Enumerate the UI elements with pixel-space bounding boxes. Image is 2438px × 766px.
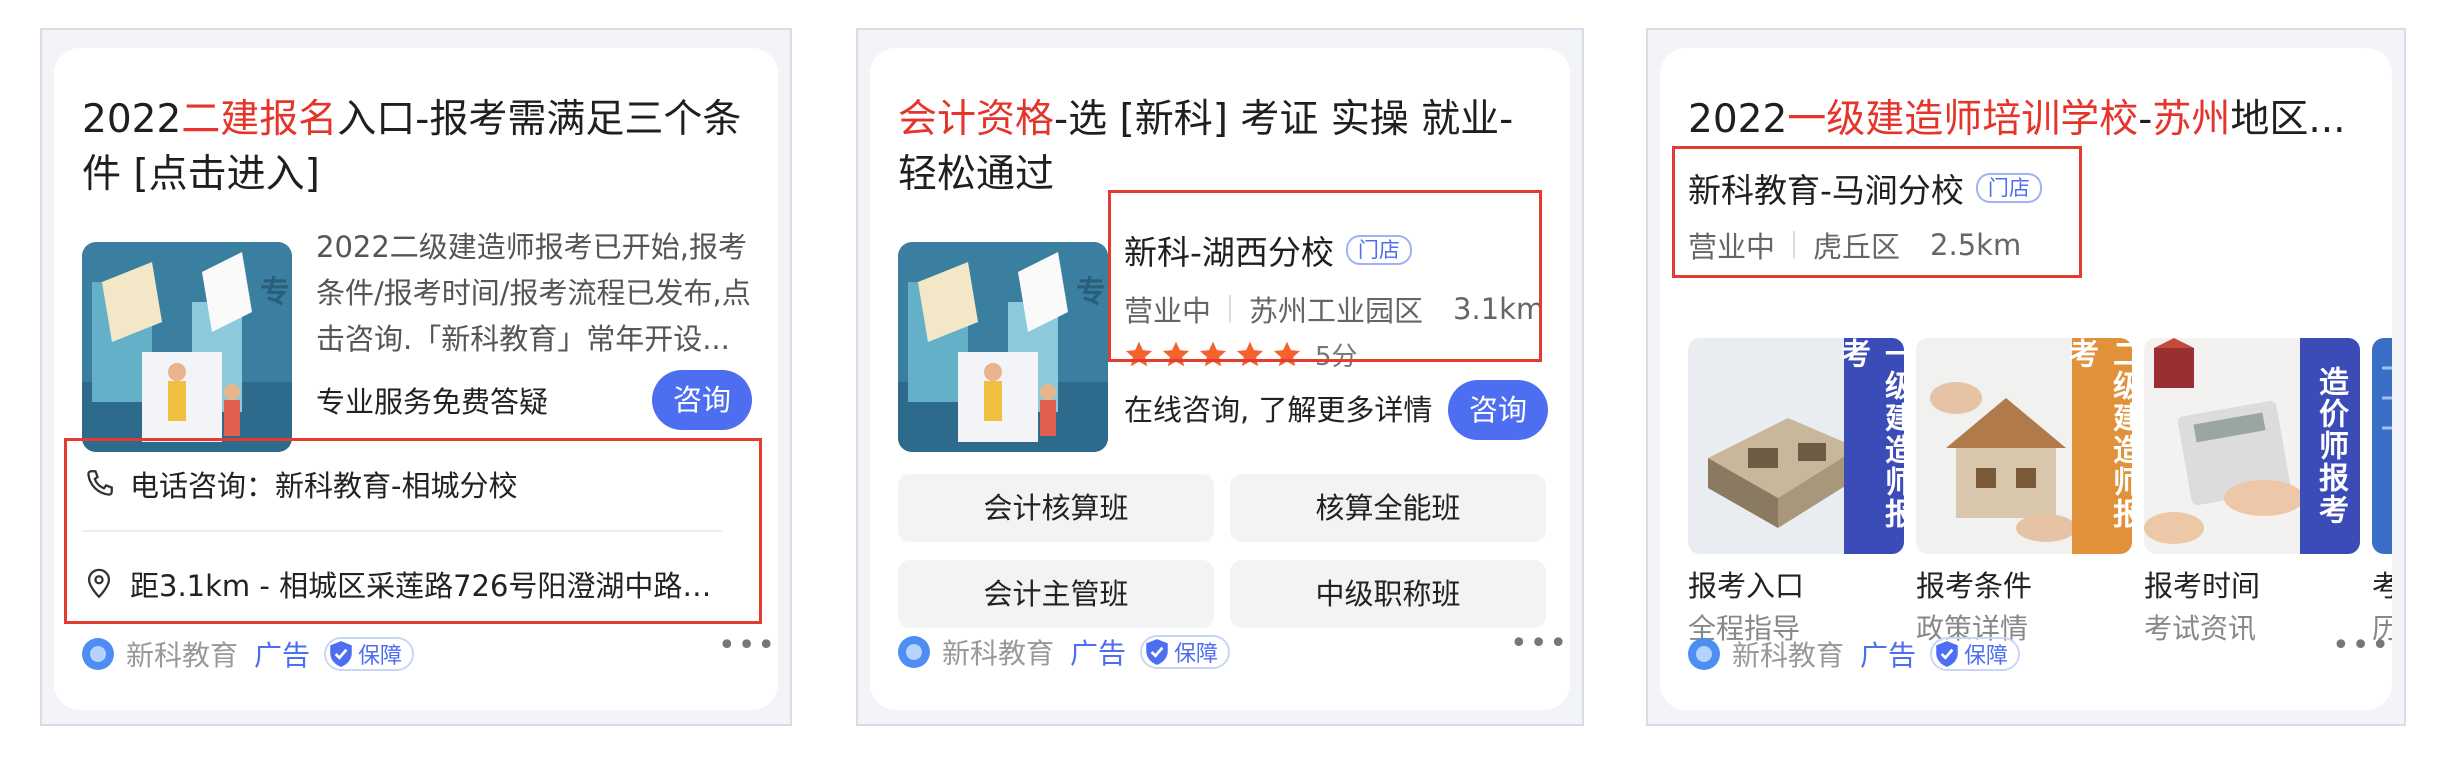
title-text: 2022 <box>1688 97 1788 142</box>
ad-card-frame-2: 会计资格-选 [新科] 考证 实操 就业-轻松通过 专 新科-湖西分校 门店 营… <box>856 28 1584 726</box>
ad-description: 2022二级建造师报考已开始,报考条件/报考时间/报考流程已发布,点击咨询.「新… <box>316 230 751 356</box>
ad-slogan: 专业服务免费答疑 <box>316 385 549 419</box>
tile-title: 报考条件 <box>1916 569 2033 603</box>
badge-label: 保障 <box>358 644 403 669</box>
consult-button[interactable]: 咨询 <box>652 370 752 430</box>
more-options-icon[interactable]: ••• <box>2332 628 2391 663</box>
tile-title: 报考时间 <box>2144 569 2261 603</box>
course-tile-image: 二级建造师报考 <box>1916 338 2132 554</box>
title-highlight: 二建报名 <box>181 97 338 142</box>
tile-vertical-label: 造价师报考 <box>2300 338 2360 554</box>
course-thumbnail[interactable]: 专 <box>82 242 292 452</box>
title-highlight: 苏州 <box>2152 97 2231 142</box>
course-tile-image <box>2372 338 2392 554</box>
ad-slogan: 在线咨询, 了解更多详情 <box>1124 393 1433 427</box>
title-highlight: 会计资格 <box>898 97 1055 142</box>
annotation-box <box>64 438 762 624</box>
course-tile[interactable]: 二级建造师报考 报考条件 政策详情 <box>1916 338 2132 650</box>
title-text: 2022 <box>82 97 182 142</box>
badge-label: 保障 <box>1964 644 2009 669</box>
course-chip[interactable]: 会计主管班 <box>898 560 1214 628</box>
shield-check-icon <box>1936 641 1958 667</box>
annotation-box <box>1672 146 2082 278</box>
shield-check-icon <box>330 641 352 667</box>
ad-title[interactable]: 2022二建报名入口-报考需满足三个条件 [点击进入] <box>82 92 750 202</box>
more-options-icon[interactable]: ••• <box>718 628 777 663</box>
course-tile[interactable]: 造价师报考 报考时间 考试资讯 <box>2144 338 2360 650</box>
brand-logo-icon <box>1688 638 1720 670</box>
brand-logo-icon <box>898 636 930 668</box>
course-chip[interactable]: 中级职称班 <box>1230 560 1546 628</box>
books-illustration-icon: 专 <box>82 242 292 452</box>
ad-label: 广告 <box>254 639 311 672</box>
more-options-icon[interactable]: ••• <box>1510 626 1569 661</box>
course-tile-image: 造价师报考 <box>2144 338 2360 554</box>
ad-card-2[interactable]: 会计资格-选 [新科] 考证 实操 就业-轻松通过 专 新科-湖西分校 门店 营… <box>870 48 1570 710</box>
course-chip[interactable]: 核算全能班 <box>1230 474 1546 542</box>
tile-title: 报考入口 <box>1688 569 1805 603</box>
course-tile[interactable]: 考 历 <box>2372 338 2392 650</box>
ad-card-frame-1: 2022二建报名入口-报考需满足三个条件 [点击进入] 专 2022二级建造师报… <box>40 28 792 726</box>
badge-label: 保障 <box>1174 642 1219 667</box>
course-thumbnail[interactable]: 专 <box>898 242 1108 452</box>
guarantee-badge[interactable]: 保障 <box>1930 637 2021 671</box>
tile-vertical-label: 一级建造师报考 <box>1835 338 1904 554</box>
books-illustration-icon: 专 <box>898 242 1108 452</box>
ad-footer: 新科教育 广告 保障 <box>1688 634 2021 674</box>
tile-subtitle: 考试资讯 <box>2144 612 2257 645</box>
brand-logo-icon <box>82 638 114 670</box>
annotation-box <box>1108 190 1542 362</box>
guarantee-badge[interactable]: 保障 <box>1140 635 1231 669</box>
svg-text:专: 专 <box>1076 275 1106 310</box>
shield-check-icon <box>1146 639 1168 665</box>
guarantee-badge[interactable]: 保障 <box>324 637 415 671</box>
ad-title[interactable]: 会计资格-选 [新科] 考证 实操 就业-轻松通过 <box>898 92 1542 202</box>
title-highlight: 一级建造师培训学校 <box>1787 97 2139 142</box>
brand-name[interactable]: 新科教育 <box>126 634 238 674</box>
ad-label: 广告 <box>1860 639 1917 672</box>
ad-footer: 新科教育 广告 保障 <box>82 634 415 674</box>
tile-title: 考 <box>2372 569 2392 603</box>
title-text: - <box>2138 97 2153 142</box>
title-text: 地区... <box>2230 97 2346 142</box>
course-chip[interactable]: 会计核算班 <box>898 474 1214 542</box>
tile-vertical-label: 二级建造师报考 <box>2063 338 2132 554</box>
course-tile[interactable]: 一级建造师报考 报考入口 全程指导 <box>1688 338 1904 650</box>
ad-card-frame-3: 2022一级建造师培训学校-苏州地区... 新科教育-马涧分校 门店 营业中 虎… <box>1646 28 2406 726</box>
svg-text:专: 专 <box>260 275 290 310</box>
consult-button[interactable]: 咨询 <box>1448 380 1548 440</box>
ad-label: 广告 <box>1070 637 1127 670</box>
ad-footer: 新科教育 广告 保障 <box>898 632 1231 672</box>
brand-name[interactable]: 新科教育 <box>1732 634 1844 674</box>
ad-title[interactable]: 2022一级建造师培训学校-苏州地区... <box>1688 92 2364 147</box>
blueprint-icon <box>2372 338 2392 554</box>
brand-name[interactable]: 新科教育 <box>942 632 1054 672</box>
course-tile-image: 一级建造师报考 <box>1688 338 1904 554</box>
